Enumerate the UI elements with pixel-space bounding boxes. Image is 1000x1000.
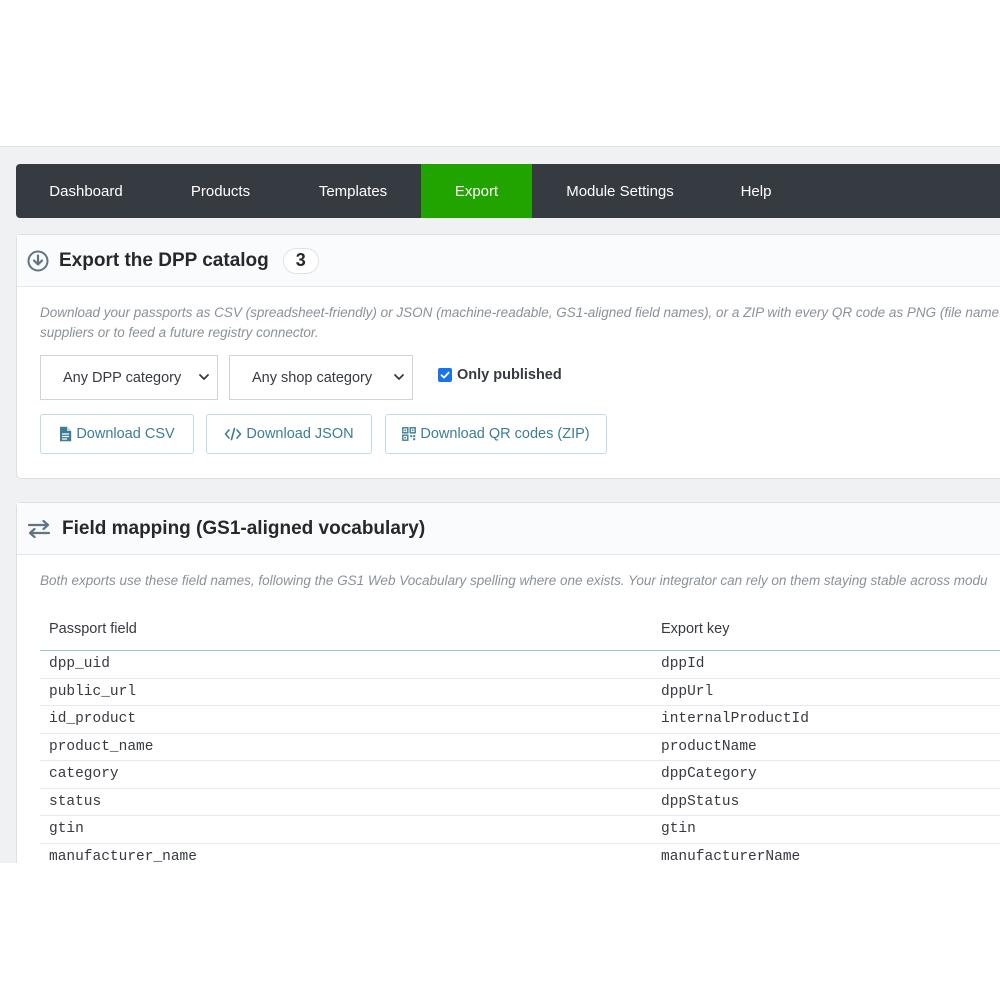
field-mapping-header: Field mapping (GS1-aligned vocabulary) [17, 503, 1000, 555]
table-row-cells: manufacturer_name manufacturerName [40, 844, 1000, 863]
column-header-export-key: Export key [661, 621, 730, 637]
checkbox-checked-icon[interactable] [438, 368, 452, 382]
module-tab-nav: Dashboard Products Templates Export Modu… [16, 164, 1000, 218]
chevron-down-icon [197, 370, 211, 388]
shop-category-select[interactable]: Any shop category [229, 355, 413, 400]
table-row: category dppCategory [40, 761, 1000, 789]
table-row-cells: public_url dppUrl [40, 679, 1000, 706]
download-csv-button[interactable]: Download CSV [40, 414, 194, 454]
table-row: status dppStatus [40, 789, 1000, 816]
export-panel-header: Export the DPP catalog 3 [17, 235, 1000, 287]
qr-code-icon [402, 427, 420, 441]
export-panel: Export the DPP catalog 3 Download your p… [16, 234, 1000, 479]
export-key-cell: productName [661, 738, 757, 755]
table-row-cells: product_name productName [40, 734, 1000, 761]
passport-field-cell: manufacturer_name [49, 848, 197, 863]
file-text-icon [59, 426, 76, 442]
export-key-cell: gtin [661, 821, 696, 838]
only-published-checkbox[interactable]: Only published [438, 367, 562, 383]
table-row: id_product internalProductId [40, 706, 1000, 734]
field-mapping-table: Passport field Export key dpp_uid dppId pu… [40, 621, 1000, 863]
table-row-cells: id_product internalProductId [40, 706, 1000, 733]
tab-help[interactable]: Help [708, 164, 804, 218]
download-qr-zip-button[interactable]: Download QR codes (ZIP) [385, 414, 607, 454]
table-row: public_url dppUrl [40, 679, 1000, 706]
shop-category-value: Any shop category [252, 369, 373, 386]
export-help-line-2: suppliers or to feed a future registry c… [40, 324, 319, 340]
tab-dashboard[interactable]: Dashboard [16, 164, 156, 218]
download-csv-label: Download CSV [76, 426, 175, 442]
chevron-down-icon [392, 370, 406, 388]
exchange-arrows-icon [27, 519, 51, 538]
tab-module-settings[interactable]: Module Settings [532, 164, 708, 218]
code-icon [224, 427, 246, 441]
column-header-passport-field: Passport field [49, 621, 137, 637]
download-circle-icon [27, 250, 49, 272]
export-key-cell: dppId [661, 656, 705, 673]
download-json-button[interactable]: Download JSON [206, 414, 372, 454]
admin-viewport: Dashboard Products Templates Export Modu… [0, 146, 1000, 863]
dpp-category-value: Any DPP category [63, 369, 182, 386]
export-help-line-1: Download your passports as CSV (spreadsh… [40, 305, 1000, 320]
table-row-cells: dpp_uid dppId [40, 651, 1000, 678]
tab-export[interactable]: Export [421, 164, 532, 218]
export-panel-title: Export the DPP catalog [59, 249, 269, 271]
export-key-cell: dppCategory [661, 766, 757, 783]
download-qr-zip-label: Download QR codes (ZIP) [420, 426, 590, 442]
table-row-cells: category dppCategory [40, 761, 1000, 788]
export-key-cell: manufacturerName [661, 848, 801, 863]
field-mapping-title: Field mapping (GS1-aligned vocabulary) [62, 517, 426, 539]
table-header: Passport field Export key [40, 621, 1000, 651]
tab-products[interactable]: Products [156, 164, 285, 218]
passport-field-cell: id_product [49, 711, 137, 728]
tab-templates[interactable]: Templates [285, 164, 421, 218]
passport-field-cell: product_name [49, 738, 154, 755]
passport-field-cell: public_url [49, 683, 137, 700]
export-key-cell: internalProductId [661, 711, 809, 728]
passport-field-cell: status [49, 793, 102, 810]
download-json-label: Download JSON [246, 426, 354, 442]
table-row-cells: status dppStatus [40, 789, 1000, 816]
passport-field-cell: category [49, 766, 119, 783]
only-published-label: Only published [457, 367, 562, 383]
table-row: product_name productName [40, 734, 1000, 761]
table-row-cells: gtin gtin [40, 816, 1000, 843]
passport-field-cell: gtin [49, 821, 84, 838]
table-row: manufacturer_name manufacturerName [40, 844, 1000, 863]
table-body: dpp_uid dppId public_url dppUrl id_product in… [40, 651, 1000, 863]
table-row: gtin gtin [40, 816, 1000, 844]
export-count-badge: 3 [282, 247, 319, 274]
field-mapping-panel: Field mapping (GS1-aligned vocabulary) B… [16, 502, 1000, 863]
field-mapping-help: Both exports use these field names, foll… [40, 573, 988, 588]
table-row: dpp_uid dppId [40, 651, 1000, 679]
dpp-category-select[interactable]: Any DPP category [40, 355, 218, 400]
export-help-text: Download your passports as CSV (spreadsh… [40, 303, 1000, 342]
export-key-cell: dppUrl [661, 683, 714, 700]
passport-field-cell: dpp_uid [49, 656, 110, 673]
export-key-cell: dppStatus [661, 793, 740, 810]
